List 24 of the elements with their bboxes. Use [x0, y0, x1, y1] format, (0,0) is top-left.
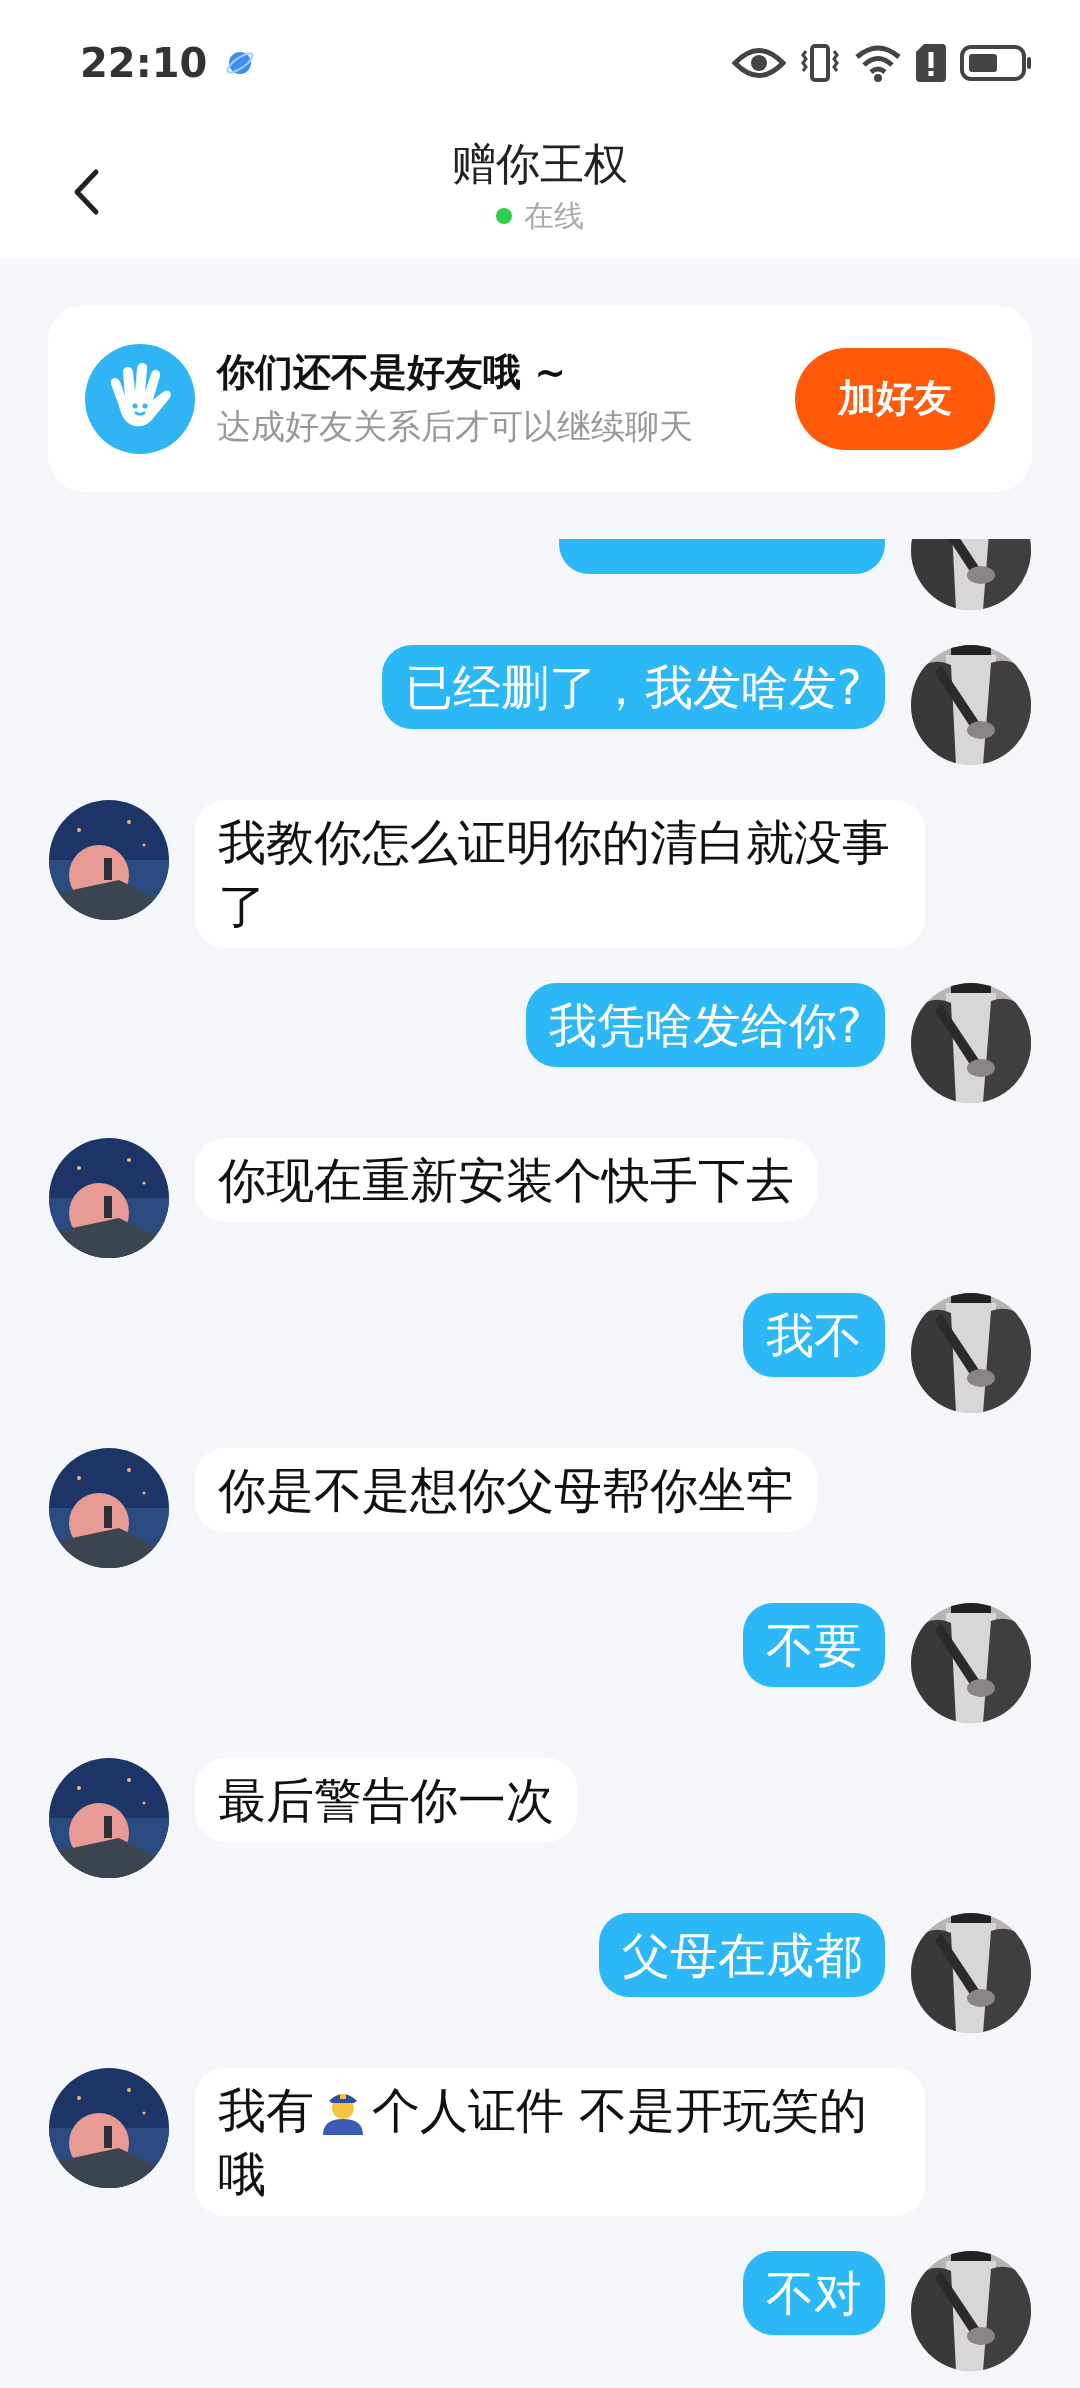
message-bubble: 最后警告你一次 [195, 1758, 577, 1842]
add-friend-button[interactable]: 加好友 [795, 347, 995, 450]
message-bubble: 你是不是想你父母帮你坐牢 [195, 1448, 817, 1532]
online-status: 在线 [524, 196, 584, 235]
vibrate-icon [800, 42, 840, 83]
message-bubble: 我凭啥发给你? [525, 983, 885, 1067]
banner-subtitle: 达成好友关系后才可以继续聊天 [217, 405, 694, 448]
eye-icon [732, 45, 786, 80]
message-bubble: 我不 [743, 1293, 885, 1377]
message-bubble: 不要 [743, 1603, 885, 1687]
wifi-icon [854, 42, 902, 83]
banner-title: 你们还不是好友哦 ~ [217, 349, 568, 396]
sim-alert-icon [916, 43, 946, 82]
back-icon [72, 167, 100, 216]
chat-title: 赠你王权 [452, 136, 628, 191]
message-bubble: 父母在成都 [599, 1913, 885, 1997]
message-bubble: 不对 [743, 2251, 885, 2335]
message-bubble: 我教你怎么证明你的清白就没事了 [195, 800, 925, 948]
message-bubble: 你现在重新安装个快手下去 [195, 1138, 817, 1222]
message-bubble: 已经删了，我发啥发? [381, 645, 885, 729]
waving-hand-icon [85, 343, 195, 454]
battery-icon [960, 44, 1032, 81]
message-bubble: 我有 个人证件 不是开玩笑的哦 [195, 2068, 925, 2216]
status-time: 22:10 [80, 39, 208, 86]
